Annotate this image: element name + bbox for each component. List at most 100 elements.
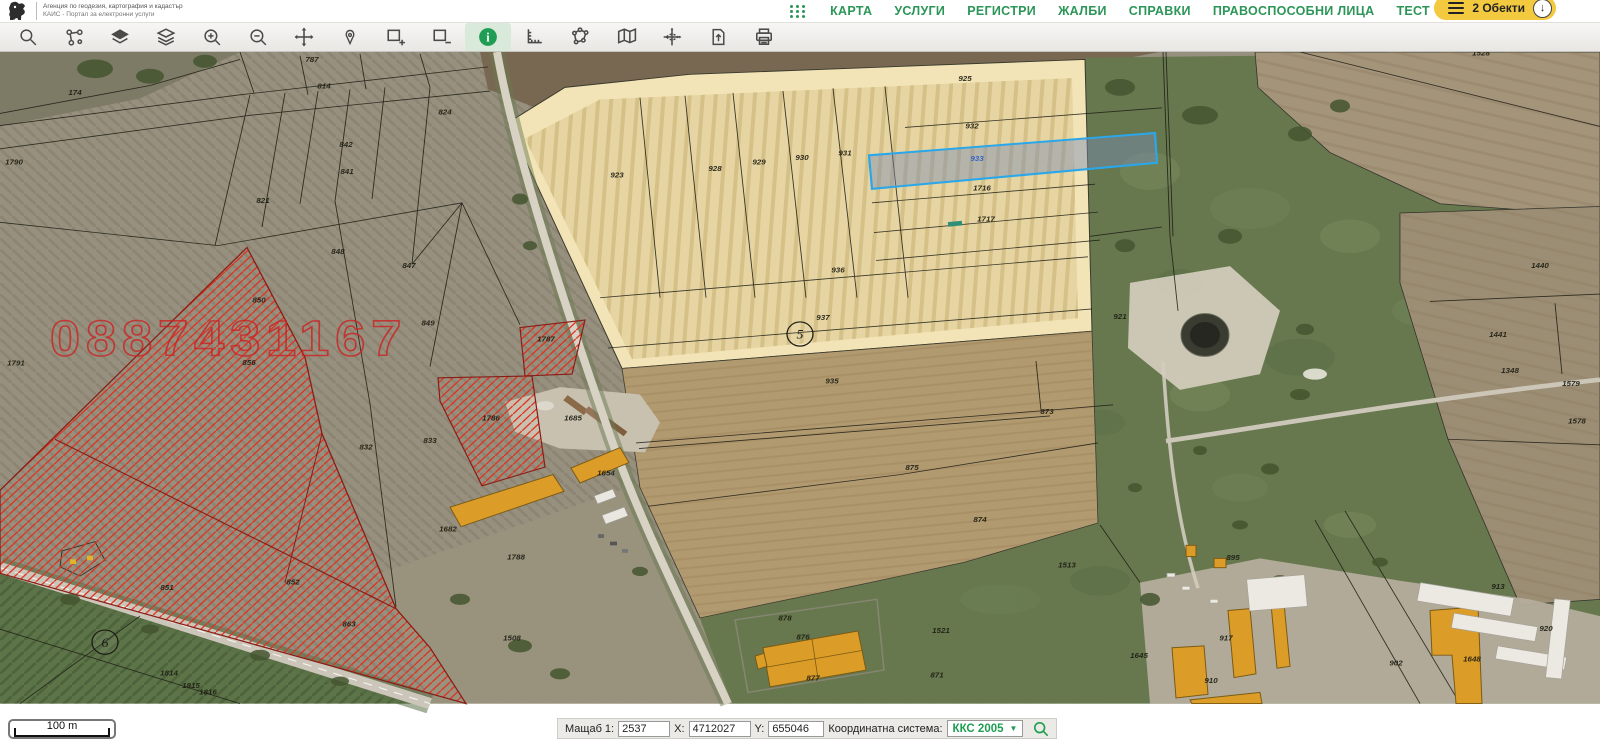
apps-grid-icon[interactable] xyxy=(790,5,806,18)
parcel-label: 1682 xyxy=(439,525,458,534)
parcel-label: 1787 xyxy=(537,335,556,344)
parcel-label: 1441 xyxy=(1489,330,1507,339)
parcel-label: 876 xyxy=(796,633,810,642)
zoom-in-icon xyxy=(203,28,222,47)
crs-dropdown[interactable]: ККС 2005 ▼ xyxy=(947,720,1024,737)
export-page-icon xyxy=(709,27,728,47)
parcel-label: 1578 xyxy=(1568,417,1587,426)
map-canvas[interactable]: 0887431167 17478781482484284182117901791… xyxy=(0,52,1600,752)
parcel-label: 787 xyxy=(305,55,319,64)
export-button[interactable] xyxy=(695,23,741,51)
search-icon xyxy=(19,28,38,47)
parcel-label: 936 xyxy=(831,266,845,275)
print-button[interactable] xyxy=(741,23,787,51)
objects-count-label: 2 Обекти xyxy=(1472,1,1525,15)
goto-coordinates-button[interactable] xyxy=(1033,721,1049,737)
measure-length-button[interactable] xyxy=(511,23,557,51)
parcel-label: 929 xyxy=(752,158,766,167)
zoom-in-button[interactable] xyxy=(189,23,235,51)
parcel-label: 877 xyxy=(806,674,820,683)
parcel-label: 851 xyxy=(160,583,173,592)
parcel-label: 913 xyxy=(1491,582,1505,591)
parcel-label: 1579 xyxy=(1562,379,1581,388)
parcel-label: 1654 xyxy=(597,469,616,478)
parcel-label: 1440 xyxy=(1531,261,1550,270)
parcel-label: 910 xyxy=(1204,676,1218,685)
parcel-label: 842 xyxy=(339,140,353,149)
zoom-rect-out-button[interactable] xyxy=(419,23,465,51)
parcel-label: 921 xyxy=(1113,312,1126,321)
info-tool-button[interactable]: i xyxy=(465,23,511,51)
y-coordinate-input[interactable] xyxy=(768,721,824,737)
nav-item-uslugi[interactable]: УСЛУГИ xyxy=(894,4,945,18)
nav-item-spravki[interactable]: СПРАВКИ xyxy=(1129,4,1191,18)
chevron-down-icon: ▼ xyxy=(1010,724,1018,733)
overview-map-button[interactable] xyxy=(603,23,649,51)
parcel-label: 931 xyxy=(838,149,851,158)
agency-name: Агенция по геодезия, картография и кадас… xyxy=(43,3,183,11)
search-tool-button[interactable] xyxy=(5,23,51,51)
map-status-bar: Мащаб 1: X: Y: Координатна система: ККС … xyxy=(557,718,1057,739)
download-objects-button[interactable]: ↓ xyxy=(1533,0,1552,18)
zoom-rect-in-button[interactable] xyxy=(373,23,419,51)
parcel-label: 824 xyxy=(438,108,452,117)
scale-bar-label: 100 m xyxy=(47,720,78,732)
parcel-label: 1521 xyxy=(932,626,950,635)
measure-area-icon xyxy=(570,27,590,47)
parcel-label: 917 xyxy=(1219,634,1233,643)
zoom-out-button[interactable] xyxy=(235,23,281,51)
parcel-label: 814 xyxy=(317,82,331,91)
parcel-label: 1717 xyxy=(977,215,996,224)
axes-icon xyxy=(662,27,682,47)
nav-item-pravosposobni-lica[interactable]: ПРАВОСПОСОБНИ ЛИЦА xyxy=(1213,4,1375,18)
scale-input[interactable] xyxy=(618,721,670,737)
nav-item-zhalbi[interactable]: ЖАЛБИ xyxy=(1058,4,1107,18)
crs-label: Координатна система: xyxy=(828,723,942,735)
pan-button[interactable] xyxy=(281,23,327,51)
nav-item-karta[interactable]: КАРТА xyxy=(830,4,872,18)
main-nav: КАРТА УСЛУГИ РЕГИСТРИ ЖАЛБИ СПРАВКИ ПРАВ… xyxy=(790,0,1430,22)
layers-stack-icon xyxy=(156,27,176,47)
base-layer-button[interactable] xyxy=(97,23,143,51)
parcel-label: 863 xyxy=(342,620,356,629)
agency-logo[interactable]: Агенция по геодезия, картография и кадас… xyxy=(0,1,183,21)
watermark-phone: 0887431167 xyxy=(50,311,407,367)
parcel-label: 848 xyxy=(331,247,345,256)
crs-value: ККС 2005 xyxy=(953,723,1004,735)
parcel-label: 930 xyxy=(795,153,809,162)
layer-icon xyxy=(110,28,130,47)
parcel-label: 875 xyxy=(905,463,919,472)
parcel-label: 1815 xyxy=(182,681,201,690)
parcel-label: 871 xyxy=(930,671,943,680)
parcel-label: 833 xyxy=(423,436,437,445)
parcel-label: 1816 xyxy=(199,688,218,697)
measure-area-button[interactable] xyxy=(557,23,603,51)
nav-item-registri[interactable]: РЕГИСТРИ xyxy=(967,4,1036,18)
measure-route-button[interactable] xyxy=(51,23,97,51)
parcel-label: 937 xyxy=(816,313,830,322)
coordinates-button[interactable] xyxy=(649,23,695,51)
locate-button[interactable] xyxy=(327,23,373,51)
parcel-label: 895 xyxy=(1226,553,1240,562)
x-coordinate-input[interactable] xyxy=(689,721,751,737)
objects-button[interactable]: 2 Обекти ↓ xyxy=(1434,0,1556,20)
portal-name: КАИС - Портал за електронни услуги xyxy=(43,11,183,19)
layers-button[interactable] xyxy=(143,23,189,51)
parcel-label: 902 xyxy=(1389,659,1403,668)
y-label: Y: xyxy=(755,723,765,735)
scale-label: Мащаб 1: xyxy=(565,723,614,735)
search-icon xyxy=(1033,721,1049,737)
nav-item-test[interactable]: ТЕСТ xyxy=(1396,4,1430,18)
parcel-label: 923 xyxy=(610,171,624,180)
circle-marker-label: 6 xyxy=(101,635,108,649)
parcel-label: 841 xyxy=(340,167,353,176)
top-header: Агенция по геодезия, картография и кадас… xyxy=(0,0,1600,22)
rect-plus-icon xyxy=(386,27,406,47)
parcel-label: 1788 xyxy=(507,553,526,562)
scale-ruler-icon xyxy=(524,27,544,47)
parcel-label: 1645 xyxy=(1130,651,1149,660)
parcel-label: 928 xyxy=(708,164,722,173)
parcel-label: 1513 xyxy=(1058,561,1077,570)
hamburger-icon xyxy=(1448,2,1464,14)
printer-icon xyxy=(754,27,774,47)
